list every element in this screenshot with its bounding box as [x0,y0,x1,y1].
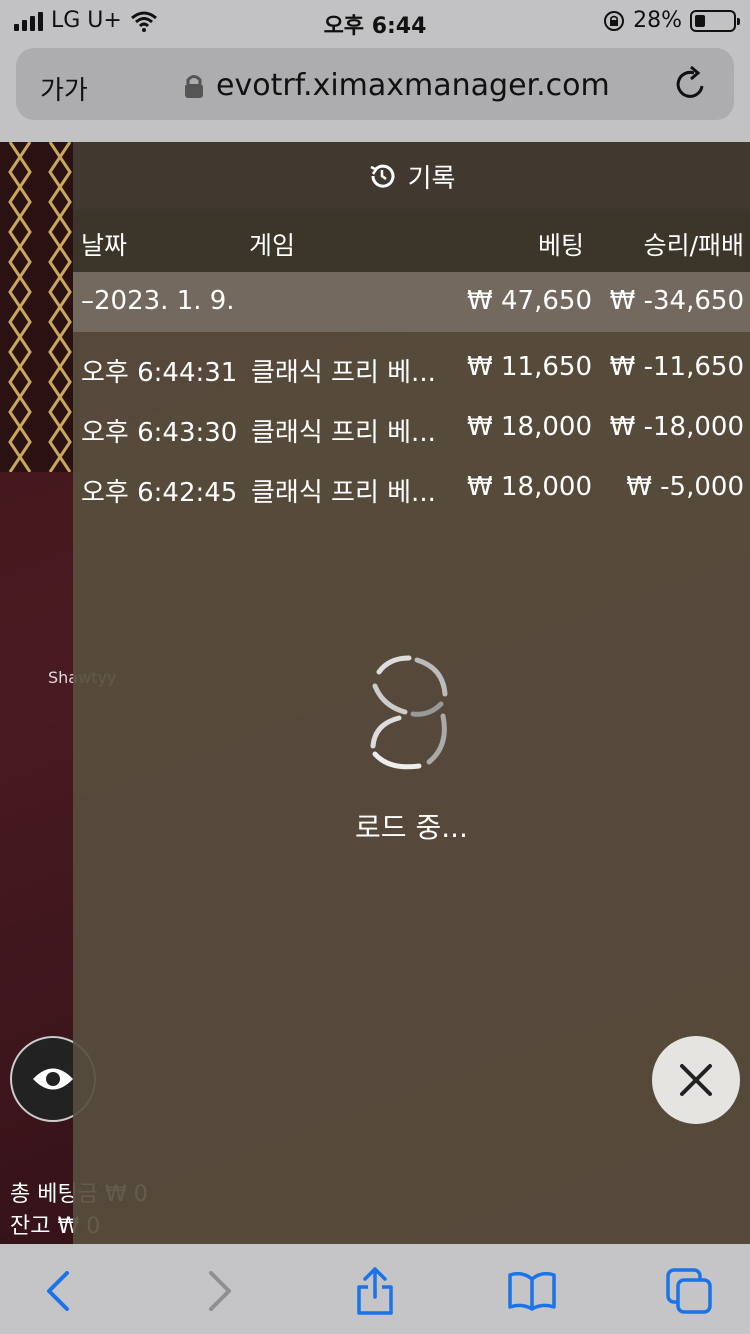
url-display[interactable]: evotrf.ximaxmanager.com [184,68,610,103]
col-win-loss: 승리/패배 [643,231,744,260]
row-game: 클래식 프리 베... [251,418,436,448]
row-time: 오후 6:43:30 [81,418,238,448]
text-size-button[interactable]: 가가 [40,70,88,107]
row-game: 클래식 프리 베... [251,358,436,388]
col-game: 게임 [249,231,296,260]
date-summary-row[interactable]: –2023. 1. 9. ₩ 47,650 ₩ -34,650 [73,272,750,332]
back-button[interactable] [34,1268,82,1314]
tabs-button[interactable] [666,1268,714,1314]
address-bar[interactable]: 가가 evotrf.ximaxmanager.com [16,48,734,120]
reload-icon[interactable] [672,64,710,104]
battery-percent: 28% [633,8,682,33]
summary-win-loss: ₩ -34,650 [609,286,744,316]
share-button[interactable] [351,1267,399,1315]
browser-address-area: 가가 evotrf.ximaxmanager.com [0,40,750,142]
history-row[interactable]: 오후 6:42:45 클래식 프리 베... ₩ 18,000 ₩ -5,000 [73,458,750,518]
tabs-icon [666,1268,712,1314]
row-bet: ₩ 11,650 [467,352,592,382]
row-win-loss: ₩ -5,000 [626,472,744,502]
history-header: 기록 [73,142,750,210]
chevron-right-icon [209,1271,231,1311]
eye-icon [33,1068,73,1090]
row-game: 클래식 프리 베... [251,478,436,508]
row-time: 오후 6:42:45 [81,478,238,508]
close-icon [680,1064,712,1096]
chevron-left-icon [47,1271,69,1311]
share-icon [357,1267,393,1315]
rotation-lock-icon [604,10,625,31]
loading-spinner-icon [370,655,448,770]
history-title: 기록 [407,163,456,194]
decorative-pattern [0,142,80,472]
url-text: evotrf.ximaxmanager.com [216,68,610,103]
summary-bet: ₩ 47,650 [467,286,592,316]
col-date: 날짜 [81,231,128,260]
lock-icon [185,74,203,98]
battery-level [695,14,705,27]
status-right: 28% [603,8,740,33]
row-bet: ₩ 18,000 [467,472,592,502]
row-time: 오후 6:44:31 [81,358,238,388]
row-win-loss: ₩ -11,650 [609,352,744,382]
loading-text: 로드 중... [355,811,468,844]
forward-button[interactable] [196,1268,244,1314]
screen: LG U+ 오후 6:44 28% 가가 evotrf.ximaxmanager… [0,0,750,1334]
history-row[interactable]: 오후 6:44:31 클래식 프리 베... ₩ 11,650 ₩ -11,65… [73,338,750,398]
summary-date: –2023. 1. 9. [81,286,235,316]
col-bet: 베팅 [537,231,584,260]
close-button[interactable] [652,1036,740,1124]
history-row[interactable]: 오후 6:43:30 클래식 프리 베... ₩ 18,000 ₩ -18,00… [73,398,750,458]
row-bet: ₩ 18,000 [467,412,592,442]
browser-toolbar [0,1244,750,1334]
book-icon [508,1271,556,1311]
battery-icon [690,9,740,32]
bookmarks-button[interactable] [508,1268,556,1314]
row-win-loss: ₩ -18,000 [609,412,744,442]
status-bar: LG U+ 오후 6:44 28% [0,0,750,40]
history-panel: 기록 날짜 게임 베팅 승리/패배 –2023. 1. 9. ₩ 47,650 … [73,142,750,1244]
column-headers: 날짜 게임 베팅 승리/패배 [73,210,750,272]
history-icon [370,164,395,188]
